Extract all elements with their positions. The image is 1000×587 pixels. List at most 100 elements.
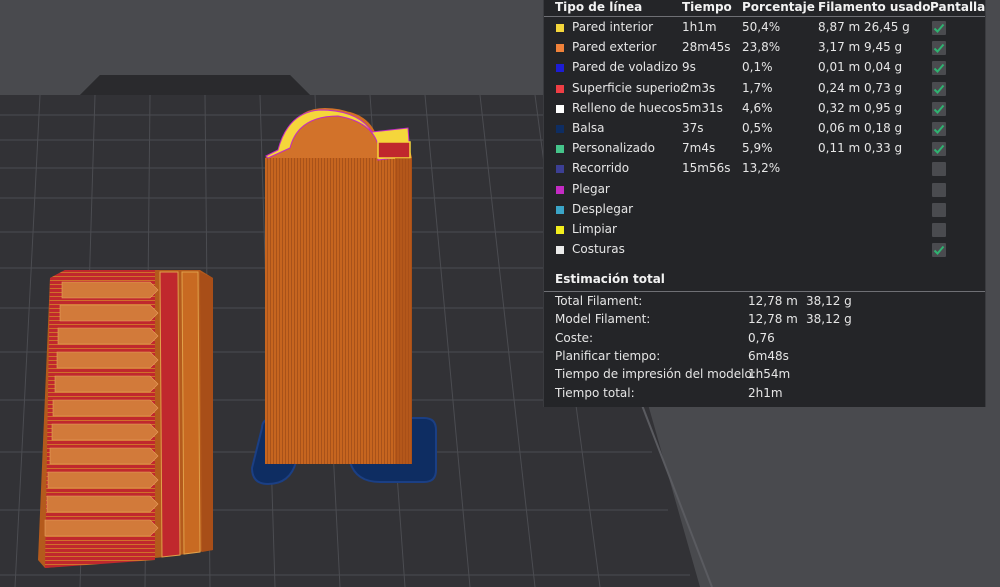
legend-row-percent: 5,9%	[742, 141, 773, 156]
totals-title: Estimación total	[555, 272, 665, 286]
legend-row: Relleno de huecos 5m31s 4,6% 0,32 m 0,95 g	[544, 99, 985, 119]
totals-label: Coste:	[555, 330, 594, 345]
display-checkbox[interactable]	[932, 81, 946, 96]
color-swatch	[556, 44, 564, 53]
legend-row: Personalizado 7m4s 5,9% 0,11 m 0,33 g	[544, 139, 985, 159]
legend-row-length: 8,87 m	[818, 20, 861, 34]
model-tall-profile	[265, 108, 412, 464]
legend-row-time: 15m56s	[682, 161, 731, 176]
legend-row-length: 0,32 m	[818, 100, 861, 115]
legend-row-time: 28m45s	[682, 40, 731, 55]
legend-row-time: 5m31s	[682, 100, 723, 115]
totals-value-secondary: 38,12 g	[806, 294, 852, 308]
plate-tab	[80, 75, 310, 95]
legend-row-length: 0,11 m	[818, 141, 861, 156]
display-checkbox[interactable]	[932, 122, 946, 136]
checkmark-icon	[933, 44, 945, 54]
legend-row-name: Pared interior	[572, 20, 654, 34]
legend-row: Desplegar	[544, 200, 985, 220]
header-display: Pantalla	[930, 0, 986, 14]
checkmark-icon	[933, 84, 945, 94]
legend-row-length: 3,17 m	[818, 40, 861, 55]
legend-row: Recorrido 15m56s 13,2%	[544, 159, 985, 179]
checkmark-icon	[933, 124, 945, 134]
legend-row-percent: 0,5%	[742, 121, 773, 135]
totals-label: Tiempo de impresión del modelo:	[555, 367, 756, 382]
totals-label: Total Filament:	[555, 294, 643, 308]
totals-label: Tiempo total:	[555, 385, 635, 400]
legend-row-name: Plegar	[572, 181, 610, 196]
display-checkbox[interactable]	[932, 202, 946, 217]
legend-row: Limpiar	[544, 220, 985, 240]
legend-row-time: 37s	[682, 121, 704, 135]
legend-row-name: Relleno de huecos	[572, 100, 682, 115]
totals-value: 2h1m	[748, 385, 783, 400]
legend-row-name: Pared exterior	[572, 40, 657, 55]
legend-row-length: 0,24 m	[818, 80, 861, 95]
display-checkbox[interactable]	[932, 41, 946, 56]
totals-row: Coste: 0,76	[544, 330, 985, 348]
color-swatch	[556, 205, 564, 214]
totals-value-secondary: 38,12 g	[806, 312, 852, 327]
legend-row-weight: 0,73 g	[864, 80, 903, 95]
legend-row: Plegar	[544, 180, 985, 200]
model-comb	[38, 270, 213, 568]
legend-row-percent: 13,2%	[742, 161, 781, 176]
color-swatch	[556, 226, 564, 234]
legend-row-time: 9s	[682, 60, 696, 75]
display-checkbox[interactable]	[932, 243, 946, 258]
display-checkbox[interactable]	[932, 162, 946, 177]
totals-row: Planificar tiempo: 6m48s	[544, 348, 985, 366]
display-checkbox[interactable]	[932, 182, 946, 197]
totals-row: Tiempo total: 2h1m	[544, 385, 985, 403]
totals-value: 0,76	[748, 330, 775, 345]
checkmark-icon	[933, 64, 945, 74]
legend-row: Superficie superior 2m3s 1,7% 0,24 m 0,73 g	[544, 79, 985, 99]
color-swatch	[556, 165, 564, 174]
display-checkbox[interactable]	[932, 142, 946, 157]
color-swatch	[556, 246, 564, 255]
legend-row-weight: 9,45 g	[864, 40, 903, 55]
legend-row-percent: 0,1%	[742, 60, 773, 75]
header-time: Tiempo	[682, 0, 732, 14]
checkmark-icon	[933, 23, 945, 33]
checkmark-icon	[933, 104, 945, 114]
legend-row-weight: 0,95 g	[864, 100, 903, 115]
legend-row-length: 0,06 m	[818, 121, 861, 135]
totals-value: 1h54m	[748, 367, 791, 382]
header-divider	[544, 16, 985, 17]
checkmark-icon	[933, 145, 945, 155]
legend-row-percent: 1,7%	[742, 80, 773, 95]
color-swatch	[556, 104, 564, 113]
checkmark-icon	[933, 246, 945, 256]
legend-row-percent: 4,6%	[742, 100, 773, 115]
legend-row: Pared de voladizo 9s 0,1% 0,01 m 0,04 g	[544, 58, 985, 78]
legend-row: Costuras	[544, 240, 985, 260]
legend-row-time: 1h1m	[682, 20, 717, 34]
legend-row-name: Pared de voladizo	[572, 60, 679, 75]
legend-row-time: 7m4s	[682, 141, 716, 156]
legend-row: Balsa 37s 0,5% 0,06 m 0,18 g	[544, 119, 985, 139]
color-swatch	[556, 64, 564, 73]
display-checkbox[interactable]	[932, 223, 946, 237]
display-checkbox[interactable]	[932, 101, 946, 116]
totals-value: 12,78 m	[748, 312, 798, 327]
display-checkbox[interactable]	[932, 21, 946, 35]
totals-row: Tiempo de impresión del modelo: 1h54m	[544, 366, 985, 384]
legend-row-weight: 0,04 g	[864, 60, 903, 75]
display-checkbox[interactable]	[932, 61, 946, 76]
color-swatch	[556, 145, 564, 154]
legend-row-weight: 26,45 g	[864, 20, 910, 34]
legend-row-name: Limpiar	[572, 222, 617, 236]
legend-row: Pared interior 1h1m 50,4% 8,87 m 26,45 g	[544, 18, 985, 38]
legend-row-percent: 50,4%	[742, 20, 781, 34]
totals-value: 6m48s	[748, 348, 789, 363]
color-swatch	[556, 125, 564, 133]
legend-row-length: 0,01 m	[818, 60, 861, 75]
totals-divider	[544, 291, 985, 292]
header-percent: Porcentaje	[742, 0, 815, 14]
totals-label: Planificar tiempo:	[555, 348, 661, 363]
legend-row-name: Costuras	[572, 242, 625, 257]
totals-row: Total Filament: 12,78 m 38,12 g	[544, 293, 985, 311]
color-swatch	[556, 24, 564, 32]
